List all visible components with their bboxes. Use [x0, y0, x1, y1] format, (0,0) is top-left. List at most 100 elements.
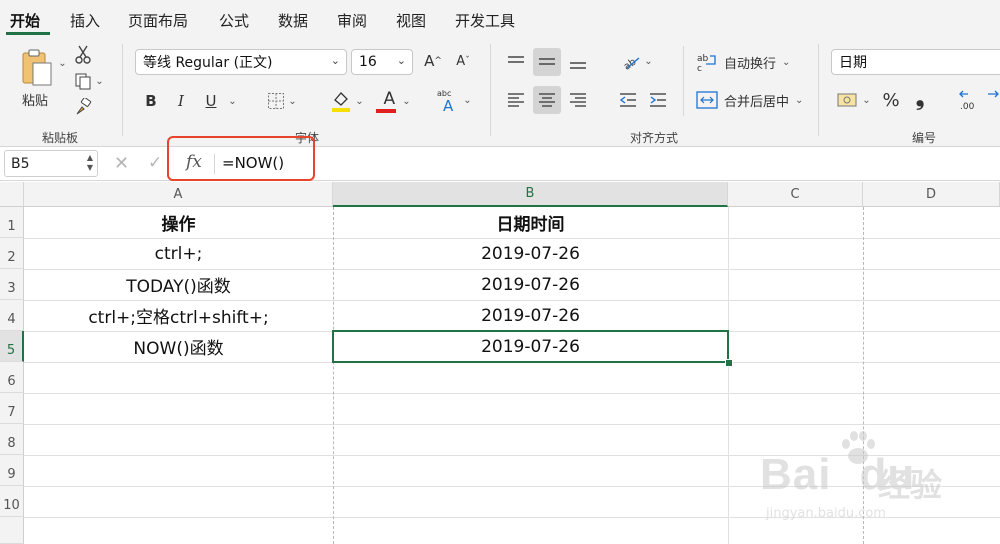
- orientation-button[interactable]: ab ⌄: [616, 49, 658, 73]
- underline-button[interactable]: U: [202, 90, 220, 112]
- cell-b3[interactable]: 2019-07-26: [333, 269, 728, 300]
- tab-insert[interactable]: 插入: [70, 10, 100, 31]
- merge-center-button[interactable]: 合并后居中 ⌄: [696, 88, 803, 112]
- align-top-button[interactable]: [504, 50, 528, 74]
- italic-button[interactable]: I: [172, 90, 190, 112]
- align-bottom-button[interactable]: [566, 50, 590, 74]
- increase-font-size-button[interactable]: A ^: [422, 51, 444, 71]
- number-group-label: 编号: [912, 131, 937, 145]
- tab-developer[interactable]: 开发工具: [455, 10, 515, 31]
- align-middle-button[interactable]: [533, 48, 561, 76]
- font-color-bar: [376, 109, 396, 113]
- row-header-10[interactable]: 10: [0, 486, 24, 517]
- number-format-value: 日期: [839, 55, 867, 71]
- row-header-4[interactable]: 4: [0, 300, 24, 331]
- name-box-spinner-icon[interactable]: ▲ ▼: [87, 153, 93, 173]
- align-right-button[interactable]: [566, 88, 590, 112]
- align-left-button[interactable]: [504, 88, 528, 112]
- row-header-3[interactable]: 3: [0, 269, 24, 300]
- merge-cells-icon: [696, 91, 718, 109]
- wrap-text-icon: abc: [697, 54, 716, 72]
- gridline: [24, 424, 1000, 425]
- align-center-button[interactable]: [533, 86, 561, 114]
- confirm-edit-icon[interactable]: ✓: [148, 153, 162, 173]
- align-right-icon: [570, 93, 586, 107]
- row-header-7[interactable]: 7: [0, 393, 24, 424]
- gridline: [728, 207, 729, 544]
- font-size-select[interactable]: 16 ⌄: [351, 49, 413, 75]
- number-format-select[interactable]: 日期: [831, 49, 1000, 75]
- decrease-font-size-button[interactable]: Aˇ: [452, 51, 474, 71]
- name-box[interactable]: B5 ▲ ▼: [4, 150, 98, 177]
- text-orientation-icon: ab: [622, 57, 640, 70]
- borders-button[interactable]: ⌄: [262, 90, 302, 112]
- column-header-c[interactable]: C: [728, 182, 863, 207]
- row-header-11[interactable]: [0, 517, 24, 544]
- decrease-decimal-button[interactable]: [986, 88, 1000, 112]
- copy-button[interactable]: ⌄: [70, 70, 108, 92]
- font-family-select[interactable]: 等线 Regular (正文) ⌄: [135, 49, 347, 75]
- cell-b1[interactable]: 日期时间: [333, 207, 728, 238]
- accounting-format-button[interactable]: ⌄: [834, 88, 874, 112]
- increase-decimal-icon: .00: [959, 90, 975, 111]
- tab-data[interactable]: 数据: [278, 10, 308, 31]
- row-header-9[interactable]: 9: [0, 455, 24, 486]
- row-header-2[interactable]: 2: [0, 238, 24, 269]
- align-left-icon: [508, 93, 524, 107]
- cell-a1[interactable]: 操作: [24, 207, 333, 238]
- tab-page-layout[interactable]: 页面布局: [128, 10, 188, 31]
- tab-review[interactable]: 审阅: [337, 10, 367, 31]
- scissors-icon: [75, 45, 91, 64]
- tab-formulas[interactable]: 公式: [219, 10, 249, 31]
- fill-color-button[interactable]: ⌄: [326, 88, 368, 114]
- increase-decimal-button[interactable]: .00: [958, 88, 982, 112]
- gridline: [24, 393, 1000, 394]
- increase-indent-button[interactable]: [646, 88, 670, 112]
- comma-style-button[interactable]: ❟: [910, 84, 930, 112]
- row-header-8[interactable]: 8: [0, 424, 24, 455]
- row-header-5[interactable]: 5: [0, 331, 24, 362]
- paste-button[interactable]: [14, 46, 60, 88]
- svg-text:ab: ab: [697, 54, 709, 64]
- paste-options-chevron-icon[interactable]: ⌄: [55, 56, 67, 70]
- decrease-indent-button[interactable]: [616, 88, 640, 112]
- cell-a2[interactable]: ctrl+;: [24, 238, 333, 269]
- percent-style-button[interactable]: %: [880, 88, 902, 112]
- ribbon-tab-bar: 开始 插入 页面布局 公式 数据 审阅 视图 开发工具: [0, 0, 1000, 38]
- ribbon-separator: [490, 44, 491, 136]
- bold-button[interactable]: B: [142, 90, 160, 112]
- formula-bar: B5 ▲ ▼ ✕ ✓ fx =NOW(): [0, 147, 1000, 181]
- select-all-corner[interactable]: [0, 182, 24, 207]
- paste-label: 粘贴: [22, 94, 49, 109]
- tab-view[interactable]: 视图: [396, 10, 426, 31]
- row-header-1[interactable]: 1: [0, 207, 24, 238]
- copy-icon: [75, 73, 91, 90]
- chevron-down-icon: ⌄: [330, 54, 340, 67]
- cell-a4[interactable]: ctrl+;空格ctrl+shift+;: [24, 300, 333, 331]
- underline-chevron-icon[interactable]: ⌄: [224, 90, 238, 112]
- cell-b4[interactable]: 2019-07-26: [333, 300, 728, 331]
- row-header-6[interactable]: 6: [0, 362, 24, 393]
- phonetic-guide-icon: abc A: [437, 89, 454, 113]
- fill-handle[interactable]: [725, 359, 733, 367]
- column-header-a[interactable]: A: [24, 182, 333, 207]
- column-header-d[interactable]: D: [863, 182, 1000, 207]
- wrap-text-button[interactable]: ab c 自动换行 ⌄: [696, 50, 790, 74]
- active-tab-indicator: [6, 32, 50, 35]
- cell-a3[interactable]: TODAY()函数: [24, 269, 333, 300]
- column-header-b[interactable]: B: [333, 182, 728, 207]
- cell-b2[interactable]: 2019-07-26: [333, 238, 728, 269]
- phonetic-button[interactable]: abc A ⌄: [432, 86, 476, 114]
- format-painter-button[interactable]: [72, 96, 94, 118]
- align-top-icon: [508, 56, 524, 63]
- cancel-edit-icon[interactable]: ✕: [114, 153, 129, 174]
- svg-text:.00: .00: [960, 102, 975, 111]
- cut-button[interactable]: [72, 44, 94, 66]
- clipboard-group-label: 粘贴板: [42, 131, 79, 145]
- cell-a5[interactable]: NOW()函数: [24, 331, 333, 362]
- watermark-cn: 经验: [878, 466, 943, 504]
- tab-home[interactable]: 开始: [10, 10, 40, 31]
- svg-text:c: c: [697, 64, 702, 72]
- ribbon-separator: [818, 44, 819, 136]
- borders-icon: [268, 93, 285, 109]
